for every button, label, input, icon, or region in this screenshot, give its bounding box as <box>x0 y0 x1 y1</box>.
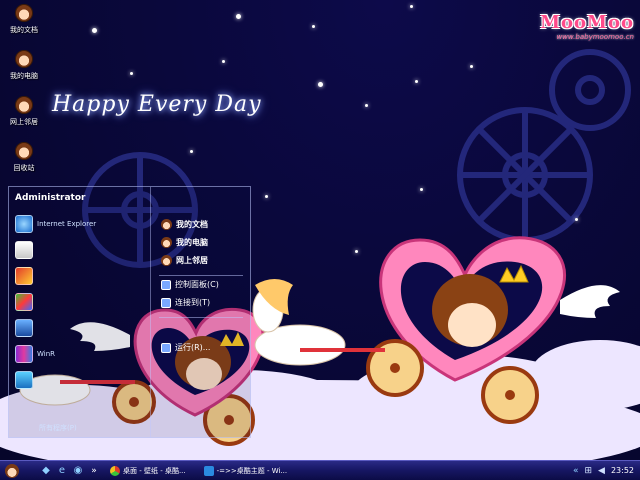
pinned-program-book[interactable] <box>15 267 37 285</box>
run-icon <box>161 342 171 353</box>
window-icon <box>203 465 214 476</box>
all-programs-button[interactable]: 所有程序(P) <box>39 423 77 433</box>
volume-icon[interactable]: ◀ <box>598 466 605 476</box>
pinned-program-winrar[interactable]: WinR <box>15 345 55 363</box>
menu-separator <box>159 317 243 318</box>
pinned-program-label: WinR <box>37 350 56 358</box>
network-connection-icon <box>161 297 171 308</box>
desktop-icon-label: 网上邻居 <box>10 118 38 126</box>
ftp-icon <box>15 241 33 259</box>
desktop: Happy Every Day MooMoo www.babymoomoo.cn… <box>0 0 640 460</box>
start-menu-programs-panel: Administrator Internet Explorer WinR 所有程… <box>9 187 151 437</box>
moomoo-face-icon <box>15 96 33 114</box>
brand-logo-text: MooMoo <box>540 12 634 33</box>
quick-launch-ie-icon[interactable]: e <box>54 463 70 479</box>
system-tray: « ⊞ ◀ 23:52 <box>573 461 640 480</box>
menu-item-run[interactable]: 运行(R)... <box>161 342 210 353</box>
chrome-icon <box>110 465 120 476</box>
monitor-icon <box>15 319 33 337</box>
moomoo-face-icon <box>15 142 33 160</box>
desktop-icon-my-documents[interactable]: 我的文档 <box>4 4 44 35</box>
taskbar-button-theme[interactable]: -=>>桌酷主题 - Wi... <box>200 463 292 479</box>
desktop-icon-label: 我的文档 <box>10 26 38 34</box>
pinned-program-ftp[interactable] <box>15 241 37 259</box>
pinned-program-player[interactable] <box>15 371 37 389</box>
moomoo-face-icon <box>15 4 33 22</box>
taskbar-button-browser[interactable]: 桌面 - 壁纸 - 桌酷... <box>106 463 190 479</box>
network-icon[interactable]: ⊞ <box>584 466 592 476</box>
menu-item-connect-to[interactable]: 连接到(T) <box>161 297 210 308</box>
start-button[interactable] <box>0 461 24 480</box>
pinned-program-ie[interactable]: Internet Explorer <box>15 215 96 233</box>
menu-item-my-documents[interactable]: 我的文档 <box>161 219 208 230</box>
taskbar: ◆ e ◉ » 桌面 - 壁纸 - 桌酷... -=>>桌酷主题 - Wi...… <box>0 460 640 480</box>
paint-icon <box>15 293 33 311</box>
menu-separator <box>159 275 243 276</box>
moomoo-face-icon <box>15 50 33 68</box>
menu-item-network[interactable]: 网上邻居 <box>161 255 208 266</box>
pinned-program-monitor[interactable] <box>15 319 37 337</box>
ie-icon <box>15 215 33 233</box>
menu-item-control-panel[interactable]: 控制面板(C) <box>161 279 219 290</box>
tray-arrow-icon[interactable]: « <box>573 466 579 476</box>
desktop-icon-recycle-bin[interactable]: 回收站 <box>4 142 44 173</box>
winrar-icon <box>15 345 33 363</box>
chevron-right-icon[interactable]: » <box>86 463 102 479</box>
quick-launch-desktop-icon[interactable]: ◆ <box>38 463 54 479</box>
desktop-icon-label: 回收站 <box>13 164 35 172</box>
greeting-text: Happy Every Day <box>52 92 262 117</box>
pinned-program-paint[interactable] <box>15 293 37 311</box>
menu-item-my-computer[interactable]: 我的电脑 <box>161 237 208 248</box>
desktop-icon-network[interactable]: 网上邻居 <box>4 96 44 127</box>
brand-logo: MooMoo www.babymoomoo.cn <box>540 12 634 41</box>
moomoo-face-icon <box>161 255 172 266</box>
desktop-icon-label: 我的电脑 <box>10 72 38 80</box>
book-icon <box>15 267 33 285</box>
brand-url: www.babymoomoo.cn <box>556 33 634 41</box>
quick-launch-player-icon[interactable]: ◉ <box>70 463 86 479</box>
player-icon <box>15 371 33 389</box>
user-name: Administrator <box>15 193 86 203</box>
control-panel-icon <box>161 279 171 290</box>
pinned-program-label: Internet Explorer <box>37 220 97 228</box>
desktop-icon-my-computer[interactable]: 我的电脑 <box>4 50 44 81</box>
moomoo-face-icon <box>161 219 172 230</box>
moomoo-face-icon <box>161 237 172 248</box>
start-menu: Administrator Internet Explorer WinR 所有程… <box>8 186 251 438</box>
moomoo-face-icon <box>5 463 19 478</box>
clock[interactable]: 23:52 <box>611 466 634 475</box>
